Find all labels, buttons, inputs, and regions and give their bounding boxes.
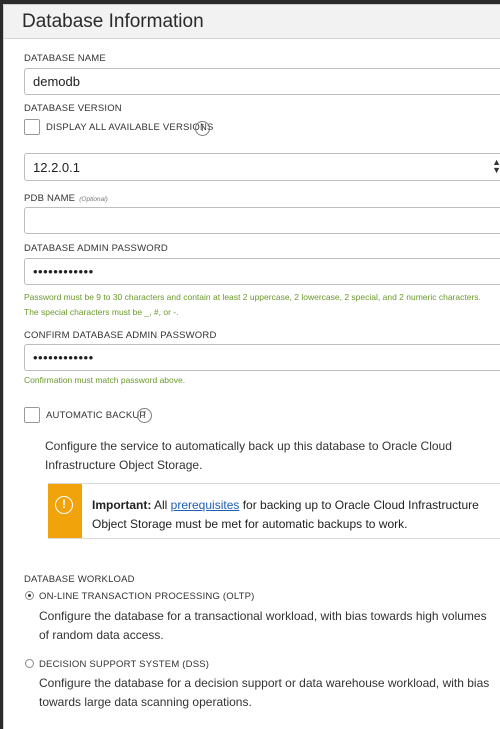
dss-radio[interactable] [25, 659, 34, 668]
info-icon[interactable]: i [195, 121, 210, 136]
info-icon[interactable]: i [137, 408, 152, 423]
panel-title: Database Information [22, 10, 204, 32]
dss-description: Configure the database for a decision su… [39, 676, 490, 709]
show-all-versions-checkbox[interactable] [24, 119, 40, 135]
admin-password-label: DATABASE ADMIN PASSWORD [24, 243, 168, 254]
confirm-password-masked: •••••••••••• [33, 350, 94, 365]
panel-header: Database Information [4, 5, 500, 39]
alert-bar: ! [48, 484, 82, 538]
pdb-name-input[interactable] [24, 207, 500, 234]
auto-backup-checkbox[interactable] [24, 407, 40, 423]
prerequisites-link[interactable]: prerequisites [171, 498, 240, 512]
optional-tag: (Optional) [79, 196, 108, 203]
alert-text: Important: All prerequisites for backing… [92, 496, 500, 534]
database-information-panel: Database Information DATABASE NAME demod… [3, 4, 500, 729]
dss-label: DECISION SUPPORT SYSTEM (DSS) [39, 659, 210, 670]
confirm-password-label: CONFIRM DATABASE ADMIN PASSWORD [24, 330, 217, 341]
db-name-label: DATABASE NAME [24, 53, 106, 64]
db-version-selected: 12.2.0.1 [33, 159, 80, 175]
pdb-name-label: PDB NAME (Optional) [24, 193, 108, 204]
oltp-label: ON-LINE TRANSACTION PROCESSING (OLTP) [39, 591, 255, 602]
confirm-password-help: Confirmation must match password above. [24, 375, 186, 385]
db-name-input[interactable]: demodb [24, 68, 500, 95]
auto-backup-description: Configure the service to automatically b… [45, 439, 452, 472]
important-alert: ! Important: All prerequisites for backi… [48, 483, 500, 539]
admin-password-masked: •••••••••••• [33, 264, 94, 279]
db-version-select[interactable]: 12.2.0.1 ▲▼ [24, 153, 500, 181]
admin-password-input[interactable]: •••••••••••• [24, 258, 500, 285]
oltp-radio[interactable] [25, 591, 34, 600]
workload-label: DATABASE WORKLOAD [24, 574, 135, 585]
admin-password-help: Password must be 9 to 30 characters and … [24, 292, 481, 317]
db-name-value: demodb [33, 74, 80, 89]
pdb-name-label-text: PDB NAME [24, 193, 76, 204]
oltp-description: Configure the database for a transaction… [39, 609, 487, 642]
warning-icon: ! [55, 496, 73, 514]
chevron-updown-icon: ▲▼ [492, 158, 500, 175]
alert-text-before: All [151, 498, 171, 512]
show-all-versions-label: DISPLAY ALL AVAILABLE VERSIONS [46, 122, 214, 133]
auto-backup-label: AUTOMATIC BACKUP [46, 410, 146, 421]
alert-prefix: Important: [92, 498, 152, 512]
db-version-label: DATABASE VERSION [24, 103, 122, 114]
confirm-password-input[interactable]: •••••••••••• [24, 344, 500, 371]
